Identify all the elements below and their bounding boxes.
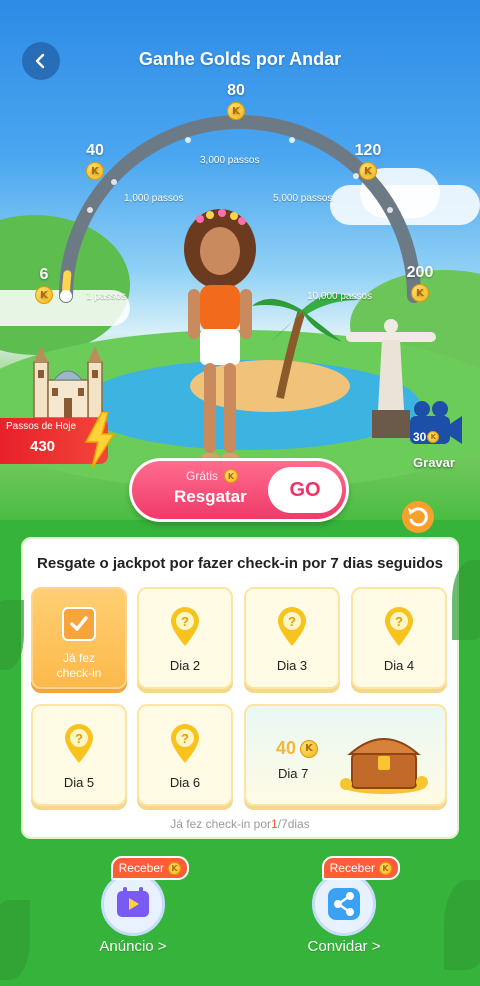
leaf-decoration <box>0 900 30 980</box>
record-reward: 30 K <box>410 430 443 444</box>
svg-text:?: ? <box>75 731 83 746</box>
coin-icon: K <box>227 102 245 120</box>
coin-icon: K <box>300 739 319 758</box>
checkin-day-2[interactable]: ? Dia 2 <box>137 587 233 689</box>
checkin-day-label: Dia 4 <box>383 658 415 673</box>
coin-icon: K <box>35 286 53 304</box>
checkin-day-label: Já fez check-in <box>56 651 102 680</box>
svg-text:?: ? <box>395 614 403 629</box>
leaf-decoration <box>444 880 480 970</box>
mystery-pin-icon: ? <box>65 724 93 763</box>
checkmark-icon <box>62 607 96 641</box>
receive-badge: Receber K <box>321 856 400 880</box>
ad-label: Anúncio > <box>99 938 167 955</box>
checkin-day-7[interactable]: 40 K Dia 7 <box>244 704 447 806</box>
svg-text:?: ? <box>288 614 296 629</box>
svg-text:?: ? <box>181 614 189 629</box>
checkin-day-5[interactable]: ? Dia 5 <box>31 704 127 806</box>
milestone-80: 80 K <box>216 82 256 120</box>
mystery-pin-icon: ? <box>171 607 199 646</box>
svg-text:?: ? <box>181 731 189 746</box>
church-illustration <box>33 346 103 419</box>
milestone-120: 120 K <box>348 142 388 180</box>
checkin-title: Resgate o jackpot por fazer check-in por… <box>37 555 443 572</box>
ad-action[interactable]: Receber K Anúncio > <box>73 856 193 955</box>
invite-label: Convidar > <box>307 938 381 955</box>
step-label: 10,000 passos <box>307 291 373 302</box>
checkin-day-1[interactable]: Já fez check-in <box>31 587 127 689</box>
claim-label: Resgatar <box>174 487 247 506</box>
coin-icon: K <box>168 861 181 875</box>
coin-icon: K <box>379 861 392 875</box>
mystery-pin-icon: ? <box>385 607 413 646</box>
claim-bar[interactable]: Grátis K Resgatar GO <box>129 458 349 522</box>
jackpot-reward: 40 K <box>276 738 319 759</box>
checkin-day-label: Dia 2 <box>169 658 201 673</box>
checkin-day-label: Dia 3 <box>276 658 308 673</box>
checkin-progress: Já fez check-in por1/7dias <box>170 817 310 831</box>
milestone-200: 200 K <box>400 264 440 302</box>
checkin-card: Resgate o jackpot por fazer check-in por… <box>21 537 459 839</box>
mystery-pin-icon: ? <box>278 607 306 646</box>
checkin-day-label: Dia 7 <box>278 766 309 781</box>
step-label: 1 passos <box>86 291 127 302</box>
coin-icon: K <box>224 469 239 483</box>
checkin-day-label: Dia 5 <box>63 775 95 790</box>
milestone-40: 40 K <box>75 142 115 180</box>
checkin-day-4[interactable]: ? Dia 4 <box>351 587 447 689</box>
lightning-icon <box>84 412 116 468</box>
record-label: Gravar <box>413 455 455 470</box>
step-label: 3,000 passos <box>200 155 260 166</box>
mystery-pin-icon: ? <box>171 724 199 763</box>
checkin-day-label: Dia 6 <box>169 775 201 790</box>
milestone-6: 6 K <box>24 266 64 304</box>
step-label: 1,000 passos <box>124 193 184 204</box>
tv-icon <box>117 887 149 917</box>
record-video-button[interactable]: 30 K Gravar <box>402 400 466 470</box>
coin-icon: K <box>359 162 377 180</box>
checkin-day-3[interactable]: ? Dia 3 <box>244 587 340 689</box>
refresh-icon[interactable] <box>401 500 435 534</box>
checkin-day-6[interactable]: ? Dia 6 <box>137 704 233 806</box>
free-label: Grátis K <box>186 469 239 483</box>
page-title: Ganhe Golds por Andar <box>138 49 342 69</box>
share-icon <box>328 888 360 920</box>
step-label: 5,000 passos <box>273 193 333 204</box>
go-button[interactable]: GO <box>268 467 342 513</box>
invite-action[interactable]: Receber K Convidar > <box>284 856 404 955</box>
ad-button[interactable] <box>101 872 165 936</box>
coin-icon: K <box>86 162 104 180</box>
coin-icon: K <box>411 284 429 302</box>
treasure-chest-icon <box>340 738 428 794</box>
receive-badge: Receber K <box>110 856 189 880</box>
coin-icon: K <box>427 431 440 443</box>
invite-button[interactable] <box>312 872 376 936</box>
